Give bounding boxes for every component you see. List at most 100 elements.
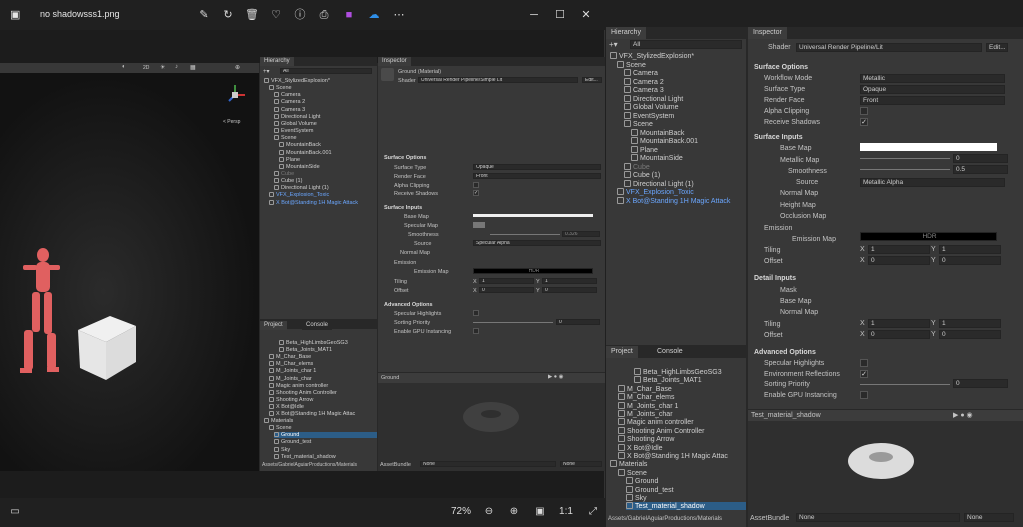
- hierarchy-item[interactable]: Camera 2: [624, 77, 664, 86]
- onedrive-icon[interactable]: ☁: [365, 6, 383, 24]
- close-button[interactable]: ✕: [577, 6, 595, 24]
- section-header[interactable]: Advanced Options: [754, 349, 816, 356]
- maximize-button[interactable]: ☐: [551, 6, 569, 24]
- hierarchy-item[interactable]: Global Volume: [624, 103, 679, 111]
- hierarchy-item[interactable]: Camera: [274, 92, 301, 98]
- draw-mode-icon[interactable]: ◐: [122, 64, 126, 70]
- hierarchy-item[interactable]: Cube (1): [624, 171, 660, 179]
- project-item[interactable]: M_Joints_char: [269, 375, 312, 382]
- property-checkbox[interactable]: [473, 328, 479, 334]
- hierarchy-item[interactable]: Plane: [631, 145, 658, 154]
- property-checkbox[interactable]: [860, 391, 868, 399]
- delete-icon[interactable]: 🗑: [243, 6, 261, 24]
- hierarchy-item[interactable]: Scene: [274, 135, 297, 141]
- vector-field[interactable]: 1: [868, 245, 930, 254]
- hierarchy-item[interactable]: Camera: [624, 69, 658, 77]
- lighting-icon[interactable]: ☀: [160, 64, 165, 71]
- favorite-icon[interactable]: ♡: [267, 6, 285, 24]
- property-dropdown[interactable]: Opaque: [473, 164, 601, 170]
- property-dropdown[interactable]: Front: [860, 96, 1005, 105]
- hierarchy-item[interactable]: Cube: [624, 162, 650, 171]
- property-dropdown[interactable]: Metallic: [860, 74, 1005, 83]
- tab-hierarchy[interactable]: Hierarchy: [260, 57, 294, 66]
- zoom-out-icon[interactable]: ⊖: [480, 504, 498, 520]
- print-icon[interactable]: ⎙: [315, 6, 333, 24]
- fit-icon[interactable]: ▣: [531, 504, 549, 520]
- hierarchy-item[interactable]: EventSystem: [274, 128, 313, 134]
- metallic-value[interactable]: 0: [953, 154, 1008, 163]
- property-checkbox[interactable]: [860, 107, 868, 115]
- project-item[interactable]: Materials: [264, 418, 293, 424]
- section-header[interactable]: Surface Inputs: [754, 134, 803, 141]
- perspective-label[interactable]: < Persp: [223, 119, 240, 125]
- vector-field[interactable]: 0: [939, 330, 1001, 339]
- gizmos-icon[interactable]: ⊕: [235, 64, 240, 71]
- add-icon[interactable]: +▾: [263, 68, 270, 75]
- hierarchy-item[interactable]: Cube: [274, 170, 294, 177]
- scene-view[interactable]: < Persp: [0, 73, 259, 471]
- project-item[interactable]: Beta_HighLimbsGeoSG3: [634, 368, 722, 376]
- hierarchy-item[interactable]: Directional Light (1): [274, 185, 329, 191]
- vector-field[interactable]: 1: [939, 319, 1001, 328]
- edit-icon[interactable]: ✎: [195, 6, 213, 24]
- vector-field[interactable]: 0: [868, 256, 930, 265]
- vector-field[interactable]: 0: [479, 287, 534, 293]
- section-header[interactable]: Surface Inputs: [384, 205, 422, 211]
- hierarchy-item[interactable]: Global Volume: [274, 120, 317, 127]
- property-dropdown[interactable]: Opaque: [860, 85, 1005, 94]
- actual-size-icon[interactable]: 1:1: [557, 504, 575, 520]
- hierarchy-item[interactable]: EventSystem: [624, 111, 674, 120]
- smoothness-slider[interactable]: [860, 169, 950, 170]
- tab-inspector[interactable]: Inspector: [748, 27, 787, 39]
- tab-console[interactable]: Console: [302, 321, 333, 330]
- project-item[interactable]: Beta_Joints_MAT1: [279, 347, 332, 353]
- project-item[interactable]: Sky: [626, 494, 647, 502]
- project-item[interactable]: M_Char_Base: [618, 384, 672, 393]
- property-checkbox[interactable]: ✓: [860, 118, 868, 126]
- project-item[interactable]: Materials: [610, 460, 647, 468]
- section-header[interactable]: Detail Inputs: [754, 275, 796, 282]
- tab-project[interactable]: Project: [260, 321, 287, 330]
- hierarchy-item[interactable]: Scene: [269, 85, 292, 91]
- effects-icon[interactable]: ▦: [190, 64, 196, 71]
- hierarchy-search-input[interactable]: All: [630, 40, 742, 49]
- vector-field[interactable]: 0: [542, 287, 597, 293]
- hierarchy-search-input[interactable]: All: [280, 68, 372, 74]
- hierarchy-item[interactable]: Directional Light (1): [624, 179, 694, 188]
- project-item[interactable]: Ground: [274, 432, 377, 439]
- hierarchy-item[interactable]: X Bot@Standing 1H Magic Attack: [617, 196, 730, 205]
- zoom-in-icon[interactable]: ⊕: [505, 504, 523, 520]
- project-item[interactable]: Shooting Arrow: [618, 435, 674, 443]
- scene-gizmo-icon[interactable]: [223, 83, 247, 107]
- base-color-swatch[interactable]: [860, 143, 997, 151]
- project-item[interactable]: Test_material_shadow: [274, 453, 336, 460]
- sorting-slider[interactable]: [860, 384, 950, 385]
- tab-console[interactable]: Console: [652, 346, 688, 358]
- hierarchy-item[interactable]: Plane: [279, 156, 300, 163]
- hierarchy-item[interactable]: VFX_Explosion_Toxic: [269, 192, 329, 198]
- filmstrip-icon[interactable]: ▭: [6, 504, 24, 520]
- more-icon[interactable]: ⋯: [390, 6, 408, 24]
- specular-color-swatch[interactable]: [473, 222, 485, 228]
- property-dropdown[interactable]: Metallic Alpha: [860, 178, 1005, 187]
- vector-field[interactable]: 0: [939, 256, 1001, 265]
- hierarchy-item[interactable]: MountainBack.001: [279, 149, 332, 156]
- audio-icon[interactable]: ♪: [175, 64, 178, 70]
- edit-shader-button[interactable]: Edit...: [986, 43, 1008, 52]
- project-item[interactable]: M_Joints_char 1: [269, 368, 316, 374]
- smoothness-value[interactable]: 0.326: [562, 231, 600, 237]
- hierarchy-item[interactable]: VFX_Explosion_Toxic: [617, 188, 694, 196]
- add-icon[interactable]: +▾: [609, 40, 618, 49]
- property-dropdown[interactable]: Front: [473, 173, 601, 179]
- hierarchy-item[interactable]: Cube (1): [274, 178, 302, 184]
- project-item[interactable]: Sky: [274, 446, 290, 453]
- hierarchy-item[interactable]: Camera 3: [624, 86, 664, 94]
- smoothness-slider[interactable]: [490, 234, 560, 235]
- hierarchy-item[interactable]: MountainBack: [279, 142, 321, 148]
- project-item[interactable]: Shooting Anim Controller: [618, 426, 704, 435]
- project-item[interactable]: Test_material_shadow: [626, 502, 746, 511]
- project-item[interactable]: Scene: [269, 425, 292, 431]
- tab-inspector[interactable]: Inspector: [378, 57, 411, 66]
- project-item[interactable]: X Bot@Standing 1H Magic Attac: [269, 411, 355, 417]
- project-item[interactable]: X Bot@Standing 1H Magic Attac: [618, 452, 728, 460]
